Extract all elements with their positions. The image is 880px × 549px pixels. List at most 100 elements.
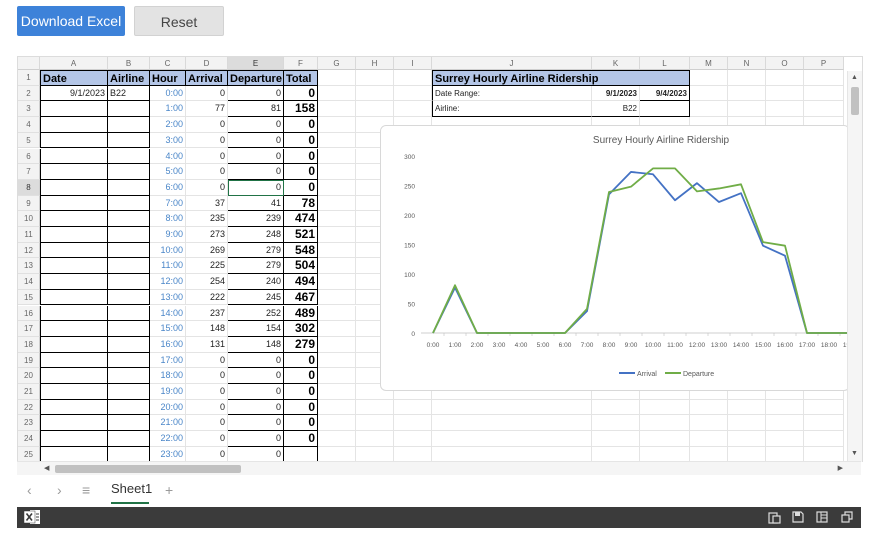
hour-cell[interactable]: 7:00 <box>150 195 186 212</box>
grid-cell[interactable] <box>640 415 690 432</box>
table-cell[interactable] <box>108 148 150 165</box>
total-cell[interactable]: 0 <box>284 164 318 180</box>
arrival-cell[interactable]: 0 <box>186 164 228 180</box>
grid-cell[interactable] <box>318 132 356 149</box>
table-cell[interactable] <box>108 179 150 196</box>
grid-cell[interactable] <box>394 85 432 102</box>
column-header[interactable]: D <box>186 57 228 70</box>
table-cell[interactable] <box>40 415 108 432</box>
grid-cell[interactable] <box>728 70 766 86</box>
table-cell[interactable] <box>108 274 150 290</box>
arrival-cell[interactable]: 148 <box>186 321 228 337</box>
departure-cell[interactable]: 41 <box>228 195 284 212</box>
row-header[interactable]: 20 <box>18 368 40 384</box>
arrival-cell[interactable]: 0 <box>186 148 228 165</box>
departure-cell[interactable]: 248 <box>228 227 284 243</box>
total-cell[interactable] <box>284 446 318 462</box>
hour-cell[interactable]: 12:00 <box>150 274 186 290</box>
grid-cell[interactable] <box>394 101 432 118</box>
grid-cell[interactable] <box>318 148 356 165</box>
hour-cell[interactable]: 18:00 <box>150 368 186 384</box>
grid-cell[interactable] <box>356 101 394 118</box>
arrival-cell[interactable]: 131 <box>186 336 228 353</box>
departure-cell[interactable]: 0 <box>228 179 284 196</box>
grid-cell[interactable] <box>318 258 356 275</box>
table-cell[interactable] <box>108 368 150 384</box>
table-cell[interactable] <box>40 195 108 212</box>
grid-cell[interactable] <box>318 446 356 462</box>
column-header[interactable]: L <box>640 57 690 70</box>
grid-cell[interactable] <box>318 70 356 86</box>
hour-cell[interactable]: 0:00 <box>150 85 186 102</box>
column-header[interactable]: H <box>356 57 394 70</box>
grid-cell[interactable] <box>318 321 356 337</box>
grid-cell[interactable] <box>728 101 766 118</box>
table-cell[interactable] <box>40 132 108 149</box>
table-cell[interactable] <box>40 148 108 165</box>
departure-cell[interactable]: 148 <box>228 336 284 353</box>
column-header[interactable]: K <box>592 57 640 70</box>
table-cell[interactable] <box>108 117 150 133</box>
grid-cell[interactable] <box>432 399 592 416</box>
grid-cell[interactable] <box>318 227 356 243</box>
row-header[interactable]: 16 <box>18 305 40 322</box>
download-excel-button[interactable]: Download Excel <box>17 6 125 36</box>
total-cell[interactable]: 0 <box>284 148 318 165</box>
arrival-cell[interactable]: 77 <box>186 101 228 118</box>
table-cell[interactable] <box>40 384 108 400</box>
table-header[interactable]: Hour <box>150 70 186 86</box>
table-cell[interactable] <box>108 164 150 180</box>
table-cell[interactable] <box>108 446 150 462</box>
grid-cell[interactable] <box>766 431 804 447</box>
vertical-scroll-thumb[interactable] <box>851 87 859 115</box>
row-header[interactable]: 8 <box>18 179 40 196</box>
table-cell[interactable] <box>108 227 150 243</box>
column-header[interactable]: A <box>40 57 108 70</box>
grid-cell[interactable] <box>690 85 728 102</box>
hour-cell[interactable]: 20:00 <box>150 399 186 416</box>
table-cell[interactable] <box>108 336 150 353</box>
arrival-cell[interactable]: 0 <box>186 446 228 462</box>
grid-cell[interactable] <box>318 85 356 102</box>
add-sheet-icon[interactable]: + <box>165 482 173 498</box>
arrival-cell[interactable]: 269 <box>186 242 228 259</box>
total-cell[interactable]: 489 <box>284 305 318 322</box>
departure-cell[interactable]: 154 <box>228 321 284 337</box>
grid-cell[interactable] <box>318 368 356 384</box>
grid-cell[interactable] <box>804 446 844 462</box>
sheet-list-icon[interactable]: ≡ <box>82 482 90 498</box>
arrival-cell[interactable]: 254 <box>186 274 228 290</box>
table-cell[interactable] <box>108 415 150 432</box>
airline-value[interactable]: B22 <box>592 101 640 118</box>
row-header[interactable]: 15 <box>18 289 40 306</box>
grid-cell[interactable] <box>728 446 766 462</box>
table-cell[interactable] <box>108 352 150 369</box>
grid-cell[interactable] <box>318 242 356 259</box>
column-header[interactable]: F <box>284 57 318 70</box>
departure-cell[interactable]: 0 <box>228 85 284 102</box>
grid-cell[interactable] <box>592 415 640 432</box>
grid-cell[interactable] <box>356 446 394 462</box>
departure-cell[interactable]: 279 <box>228 258 284 275</box>
table-cell[interactable] <box>40 431 108 447</box>
table-header[interactable]: Airline <box>108 70 150 86</box>
grid-cell[interactable] <box>318 305 356 322</box>
row-header[interactable]: 1 <box>18 70 40 86</box>
departure-cell[interactable]: 0 <box>228 399 284 416</box>
hour-cell[interactable]: 1:00 <box>150 101 186 118</box>
grid-cell[interactable] <box>394 399 432 416</box>
hour-cell[interactable]: 16:00 <box>150 336 186 353</box>
grid-cell[interactable] <box>592 446 640 462</box>
hour-cell[interactable]: 4:00 <box>150 148 186 165</box>
total-cell[interactable]: 279 <box>284 336 318 353</box>
arrival-cell[interactable]: 37 <box>186 195 228 212</box>
grid-cell[interactable] <box>728 415 766 432</box>
row-header[interactable]: 23 <box>18 415 40 432</box>
arrival-cell[interactable]: 222 <box>186 289 228 306</box>
grid-cell[interactable] <box>766 70 804 86</box>
table-cell[interactable] <box>108 101 150 118</box>
hour-cell[interactable]: 23:00 <box>150 446 186 462</box>
grid-cell[interactable] <box>432 446 592 462</box>
grid-cell[interactable] <box>318 431 356 447</box>
table-cell[interactable] <box>108 211 150 227</box>
